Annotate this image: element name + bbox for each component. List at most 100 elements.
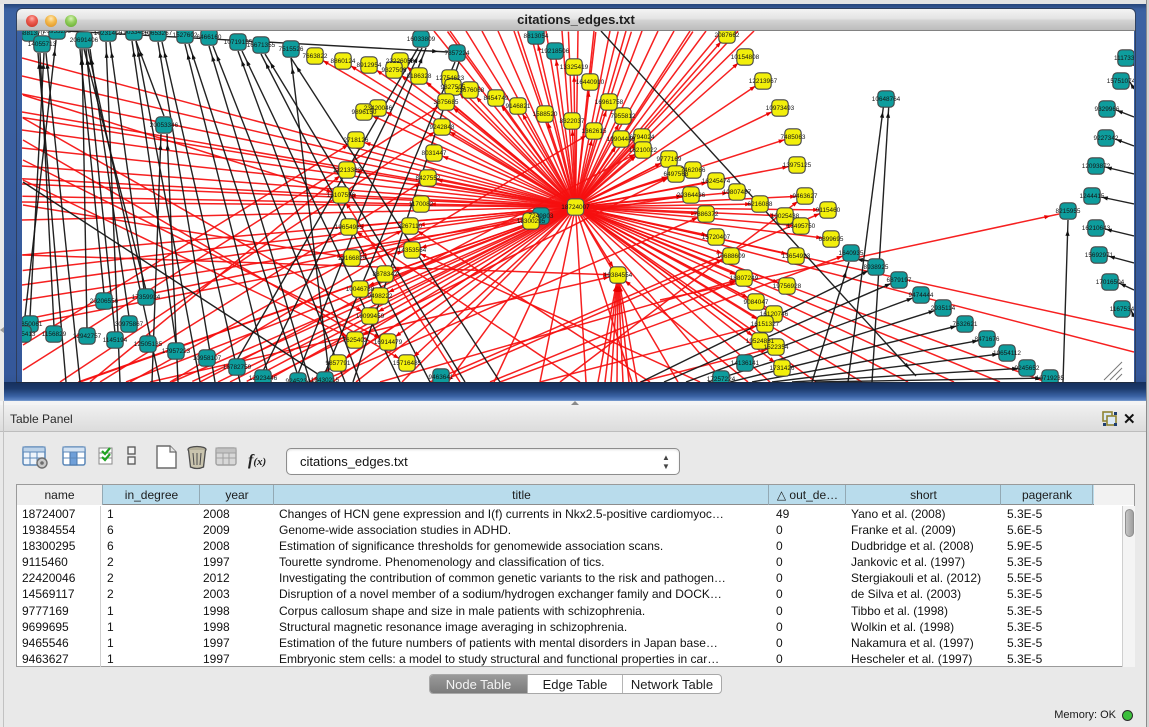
svg-text:20953289: 20953289 bbox=[43, 31, 72, 35]
svg-text:19218506: 19218506 bbox=[541, 48, 570, 55]
svg-text:20691406: 20691406 bbox=[70, 37, 99, 44]
svg-text:8860124: 8860124 bbox=[331, 58, 356, 65]
svg-text:7462066: 7462066 bbox=[681, 167, 706, 174]
svg-text:7886372: 7886372 bbox=[694, 211, 719, 218]
svg-text:8878342: 8878342 bbox=[373, 271, 398, 278]
svg-text:14353564: 14353564 bbox=[398, 247, 427, 254]
svg-text:1145194: 1145194 bbox=[103, 337, 128, 344]
svg-text:1850061: 1850061 bbox=[22, 321, 43, 328]
svg-text:8186328: 8186328 bbox=[407, 73, 432, 80]
svg-text:9896150: 9896150 bbox=[352, 109, 377, 116]
svg-text:10719235: 10719235 bbox=[1036, 375, 1065, 382]
svg-text:16245474: 16245474 bbox=[702, 178, 731, 185]
svg-text:1731426: 1731426 bbox=[770, 365, 795, 372]
svg-text:10958107: 10958107 bbox=[193, 355, 222, 362]
svg-text:16033809: 16033809 bbox=[407, 36, 436, 43]
svg-text:1156829: 1156829 bbox=[42, 331, 67, 338]
svg-text:18807249: 18807249 bbox=[730, 275, 759, 282]
svg-text:9327508: 9327508 bbox=[382, 67, 407, 74]
svg-text:23676068: 23676068 bbox=[456, 87, 485, 94]
svg-text:1244415: 1244415 bbox=[1080, 193, 1105, 200]
svg-text:6216088: 6216088 bbox=[748, 201, 773, 208]
svg-text:16151327: 16151327 bbox=[751, 321, 780, 328]
svg-text:15751074: 15751074 bbox=[1107, 78, 1134, 85]
svg-text:10688609: 10688609 bbox=[717, 253, 746, 260]
svg-text:16881370: 16881370 bbox=[22, 31, 45, 37]
svg-text:9463627: 9463627 bbox=[793, 193, 818, 200]
svg-text:15716485: 15716485 bbox=[393, 360, 422, 367]
svg-text:6466160: 6466160 bbox=[197, 34, 222, 41]
svg-text:14055713: 14055713 bbox=[28, 41, 57, 48]
svg-text:9242848: 9242848 bbox=[430, 124, 455, 131]
svg-text:19654985: 19654985 bbox=[335, 224, 364, 231]
svg-text:12505135: 12505135 bbox=[134, 341, 163, 348]
svg-text:16782759: 16782759 bbox=[223, 364, 252, 371]
svg-text:7857224: 7857224 bbox=[445, 50, 470, 57]
svg-text:7485063: 7485063 bbox=[781, 134, 806, 141]
svg-text:13654923: 13654923 bbox=[782, 253, 811, 260]
svg-text:16671355: 16671355 bbox=[247, 42, 276, 49]
svg-text:9777169: 9777169 bbox=[657, 156, 682, 163]
svg-text:10648764: 10648764 bbox=[872, 96, 901, 103]
svg-text:9498222: 9498222 bbox=[368, 293, 393, 300]
svg-text:16107556: 16107556 bbox=[327, 192, 356, 199]
svg-text:9329966: 9329966 bbox=[1095, 106, 1120, 113]
svg-text:1588520: 1588520 bbox=[533, 111, 558, 118]
svg-text:12093872: 12093872 bbox=[1082, 163, 1111, 170]
svg-text:8427552: 8427552 bbox=[416, 175, 441, 182]
svg-text:8215955: 8215955 bbox=[1056, 208, 1081, 215]
svg-text:19099459: 19099459 bbox=[356, 313, 385, 320]
svg-text:8813054: 8813054 bbox=[524, 33, 549, 40]
svg-text:16961758: 16961758 bbox=[595, 99, 624, 106]
svg-text:10231405: 10231405 bbox=[94, 31, 123, 37]
svg-text:9084047: 9084047 bbox=[744, 299, 769, 306]
svg-text:23226058: 23226058 bbox=[386, 58, 415, 65]
svg-text:9146821: 9146821 bbox=[506, 103, 531, 110]
svg-text:20206556: 20206556 bbox=[90, 298, 119, 305]
svg-text:16914479: 16914479 bbox=[374, 339, 403, 346]
svg-text:7955812: 7955812 bbox=[611, 113, 636, 120]
svg-text:3267110: 3267110 bbox=[398, 223, 423, 230]
svg-text:19166825: 19166825 bbox=[338, 255, 367, 262]
svg-text:16440910: 16440910 bbox=[576, 79, 605, 86]
svg-text:18430215: 18430215 bbox=[311, 377, 340, 382]
svg-text:1167534: 1167534 bbox=[1110, 306, 1134, 313]
svg-text:18724007: 18724007 bbox=[561, 204, 590, 211]
svg-text:16120746: 16120746 bbox=[760, 311, 789, 318]
svg-text:9245234: 9245234 bbox=[286, 378, 311, 382]
svg-text:8912954: 8912954 bbox=[357, 62, 382, 69]
svg-text:17359934: 17359934 bbox=[132, 294, 161, 301]
svg-text:9227342: 9227342 bbox=[1094, 135, 1119, 142]
svg-text:7663822: 7663822 bbox=[303, 53, 328, 60]
svg-text:12942757: 12942757 bbox=[73, 333, 102, 340]
svg-text:2087662: 2087662 bbox=[715, 32, 740, 39]
svg-text:18300295: 18300295 bbox=[517, 218, 546, 225]
svg-text:12213967: 12213967 bbox=[749, 78, 778, 85]
svg-text:9474444: 9474444 bbox=[909, 292, 934, 299]
svg-text:10973493: 10973493 bbox=[766, 105, 795, 112]
svg-text:8471676: 8471676 bbox=[975, 336, 1000, 343]
svg-text:7632621: 7632621 bbox=[953, 321, 978, 328]
svg-text:2935114: 2935114 bbox=[931, 305, 956, 312]
svg-text:12213382: 12213382 bbox=[333, 167, 362, 174]
svg-text:1117334: 1117334 bbox=[1114, 55, 1134, 62]
svg-text:16210643: 16210643 bbox=[1082, 225, 1111, 232]
svg-text:6879197: 6879197 bbox=[887, 277, 912, 284]
svg-text:8322037: 8322037 bbox=[560, 118, 585, 125]
svg-text:10807487: 10807487 bbox=[723, 189, 752, 196]
svg-text:1522354: 1522354 bbox=[764, 344, 789, 351]
svg-text:8454749: 8454749 bbox=[484, 95, 509, 102]
svg-text:10653267: 10653267 bbox=[144, 31, 173, 37]
svg-text:10046788: 10046788 bbox=[346, 286, 375, 293]
svg-text:1170082: 1170082 bbox=[409, 201, 434, 208]
svg-text:1527602: 1527602 bbox=[173, 32, 198, 39]
svg-text:15692971: 15692971 bbox=[1085, 252, 1114, 259]
svg-text:20364436: 20364436 bbox=[677, 192, 706, 199]
svg-text:8938925: 8938925 bbox=[864, 264, 889, 271]
svg-text:8031447: 8031447 bbox=[422, 150, 447, 157]
svg-text:9463641: 9463641 bbox=[429, 374, 454, 381]
svg-text:9857791: 9857791 bbox=[326, 360, 351, 367]
svg-text:14136141: 14136141 bbox=[731, 360, 760, 367]
svg-text:10154808: 10154808 bbox=[731, 54, 760, 61]
svg-text:17957223: 17957223 bbox=[162, 348, 191, 355]
